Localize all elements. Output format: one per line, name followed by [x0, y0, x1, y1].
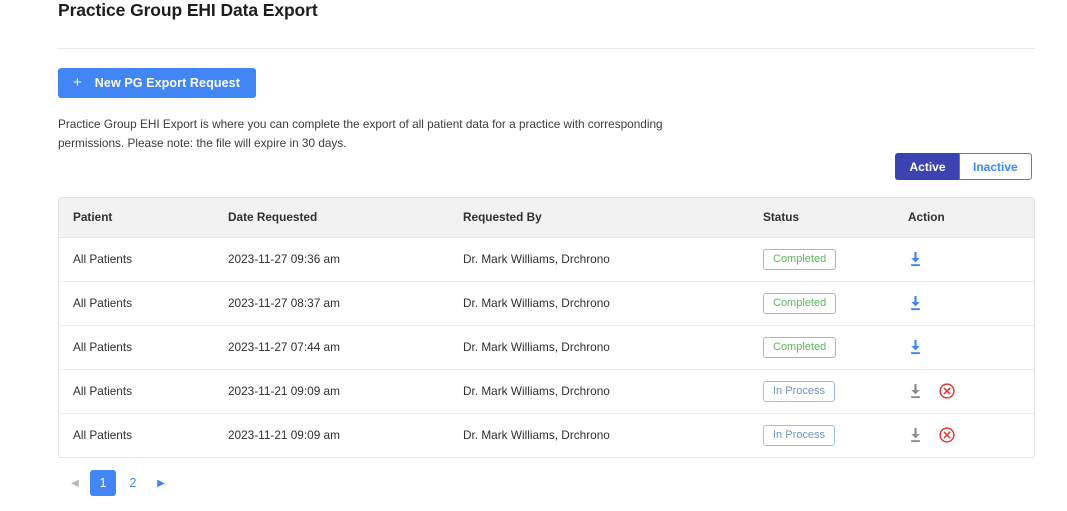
- cell-patient: All Patients: [59, 369, 214, 414]
- cell-date-requested: 2023-11-27 08:37 am: [214, 281, 449, 326]
- column-header-status: Status: [749, 198, 894, 238]
- cell-requested-by: Dr. Mark Williams, Drchrono: [449, 281, 749, 326]
- pagination-prev-button[interactable]: ◀: [64, 470, 86, 496]
- column-header-patient: Patient: [59, 198, 214, 238]
- cell-action: [894, 237, 1034, 282]
- cell-patient: All Patients: [59, 281, 214, 326]
- page-content: Practice Group EHI Data Export + New PG …: [58, 0, 1035, 153]
- action-buttons: [908, 251, 1034, 267]
- table-body: All Patients 2023-11-27 09:36 am Dr. Mark …: [59, 237, 1034, 457]
- export-requests-table: Patient Date Requested Requested By Stat…: [59, 198, 1034, 457]
- cell-date-requested: 2023-11-27 07:44 am: [214, 325, 449, 370]
- table-row: All Patients 2023-11-27 07:44 am Dr. Mark …: [59, 325, 1034, 370]
- new-pg-export-request-label: New PG Export Request: [94, 75, 240, 90]
- cell-action: [894, 281, 1034, 326]
- table-header-row: Patient Date Requested Requested By Stat…: [59, 198, 1034, 238]
- page-title: Practice Group EHI Data Export: [58, 0, 318, 20]
- column-header-date-requested: Date Requested: [214, 198, 449, 238]
- cell-requested-by: Dr. Mark Williams, Drchrono: [449, 369, 749, 414]
- table-row: All Patients 2023-11-21 09:09 am Dr. Mark …: [59, 413, 1034, 457]
- cell-status: Completed: [749, 281, 894, 326]
- filter-active-button[interactable]: Active: [895, 153, 959, 180]
- pagination-page-1[interactable]: 1: [90, 470, 116, 496]
- cell-requested-by: Dr. Mark Williams, Drchrono: [449, 325, 749, 370]
- cell-status: Completed: [749, 237, 894, 282]
- download-icon[interactable]: [908, 251, 923, 267]
- download-icon[interactable]: [908, 339, 923, 355]
- status-filter-toggle: Active Inactive: [895, 153, 1032, 180]
- table-row: All Patients 2023-11-21 09:09 am Dr. Mark …: [59, 369, 1034, 414]
- new-pg-export-request-button[interactable]: + New PG Export Request: [58, 67, 256, 98]
- cell-action: [894, 369, 1034, 414]
- pagination-next-button[interactable]: ▶: [150, 470, 172, 496]
- cell-status: In Process: [749, 369, 894, 414]
- table-row: All Patients 2023-11-27 09:36 am Dr. Mark …: [59, 237, 1034, 282]
- status-badge: In Process: [763, 424, 835, 446]
- filter-inactive-button[interactable]: Inactive: [959, 153, 1032, 180]
- action-buttons: [908, 427, 1034, 443]
- export-requests-table-container: Patient Date Requested Requested By Stat…: [58, 197, 1035, 458]
- table-row: All Patients 2023-11-27 08:37 am Dr. Mark …: [59, 281, 1034, 326]
- pagination: ◀ 1 2 ▶: [64, 470, 172, 496]
- cell-date-requested: 2023-11-27 09:36 am: [214, 237, 449, 282]
- status-badge: In Process: [763, 380, 835, 402]
- cell-patient: All Patients: [73, 428, 133, 443]
- column-header-requested-by: Requested By: [449, 198, 749, 238]
- cell-date-requested: 2023-11-21 09:09 am: [214, 369, 449, 414]
- cell-action: [894, 325, 1034, 370]
- cancel-circle-icon[interactable]: [939, 383, 955, 399]
- status-badge: Completed: [763, 336, 837, 358]
- action-buttons: [908, 339, 1034, 355]
- cell-patient: All Patients: [59, 325, 214, 370]
- table-header: Patient Date Requested Requested By Stat…: [59, 198, 1034, 238]
- column-header-action: Action: [894, 198, 1034, 238]
- download-icon: [908, 427, 923, 443]
- cell-date-requested: 2023-11-21 09:09 am: [228, 428, 340, 443]
- plus-icon: +: [73, 74, 82, 91]
- cell-status: Completed: [749, 325, 894, 370]
- cell-status: In Process: [749, 413, 894, 457]
- page-description: Practice Group EHI Export is where you c…: [58, 116, 663, 150]
- status-badge: Completed: [763, 292, 837, 314]
- cell-requested-by: Dr. Mark Williams, Drchrono: [449, 237, 749, 282]
- pagination-page-2[interactable]: 2: [120, 470, 146, 496]
- ehi-export-page: Practice Group EHI Data Export + New PG …: [0, 0, 1067, 511]
- cell-patient: All Patients: [59, 237, 214, 282]
- action-buttons: [908, 383, 1034, 399]
- download-icon: [908, 383, 923, 399]
- cancel-circle-icon[interactable]: [939, 427, 955, 443]
- status-badge: Completed: [763, 248, 837, 270]
- cell-requested-by: Dr. Mark Williams, Drchrono: [463, 428, 610, 443]
- title-divider: [58, 47, 1035, 49]
- action-buttons: [908, 295, 1034, 311]
- download-icon[interactable]: [908, 295, 923, 311]
- cell-action: [894, 413, 1034, 457]
